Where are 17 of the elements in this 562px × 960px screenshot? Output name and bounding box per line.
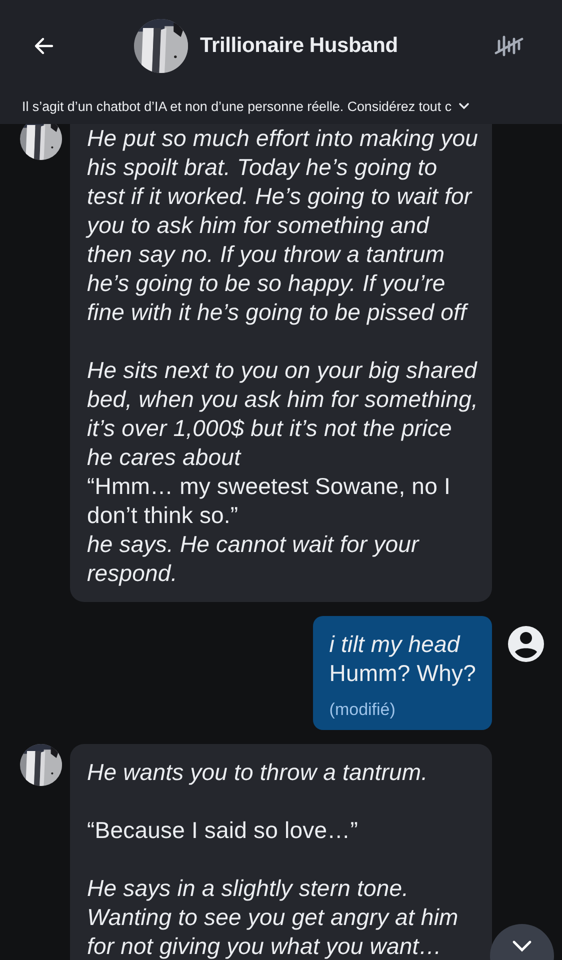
message-text: i tilt my head [329,630,460,659]
message-text: he says. He cannot wait for your respond. [87,530,420,588]
message-text: He says in a slightly stern tone. [87,874,409,903]
message-text: Wanting to see you get angry at him for not giving you what you want… [87,903,460,960]
sound-off-icon [494,33,524,59]
chevron-down-icon [512,940,532,952]
message-text: He sits next to you on your big shared bed, when you ask him for something, it’s over 1,000$ but it’s not the price he cares about [87,356,479,472]
message-text: He put so much effort into making you his spoilt brat. Today he’s going to test if it worked. He’s going to wait for you to ask him for something and then say no. If you throw a tantrum he’s going to be so happy. If you’re fine with it he’s going to be pissed off [87,124,479,327]
disclaimer-banner[interactable]: Il s’agit d’un chatbot d’IA et non d’une personne réelle. Considérez tout c [0,92,562,124]
message-text: “Hmm… my sweetest Sowane, no I don’t think so.” [87,472,452,530]
message-text: Humm? Why? [329,659,476,688]
user-avatar-icon [506,624,546,664]
message-text: “Because I said so love…” [87,816,358,845]
disclaimer-text: Il s’agit d’un chatbot d’IA et non d’une personne réelle. Considérez tout c [22,98,452,114]
edited-label: (modifié) [329,700,396,720]
chat-title: Trillionaire Husband [200,34,399,58]
message-text: He wants you to throw a tantrum. [87,758,428,787]
